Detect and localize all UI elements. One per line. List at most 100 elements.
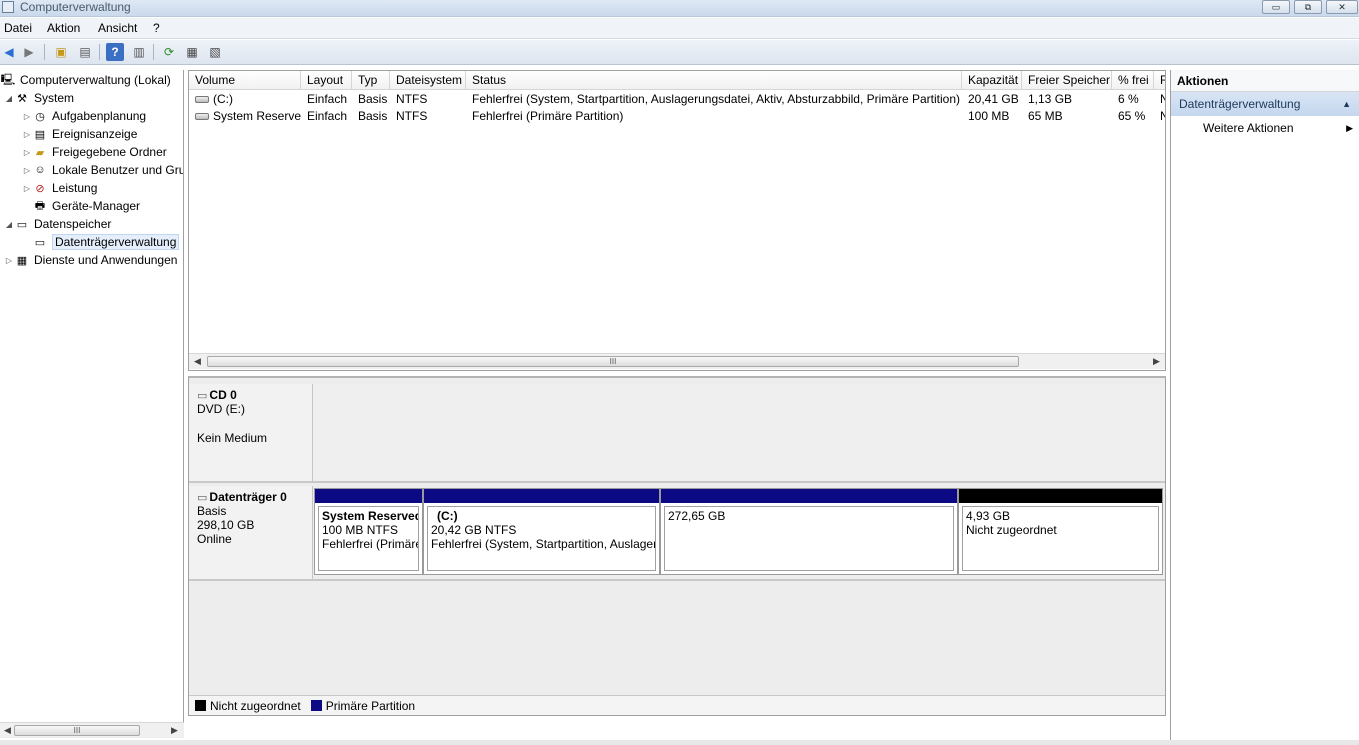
menu-datei[interactable]: Datei [4,21,32,35]
legend-label: Nicht zugeordnet [210,698,301,713]
refresh-icon[interactable]: ⟳ [160,43,178,61]
minimize-button[interactable]: ▭ [1262,0,1290,14]
table-row[interactable]: (C:) Einfach Basis NTFS Fehlerfrei (Syst… [189,91,1165,108]
scrollbar-thumb[interactable]: III [14,725,140,736]
cell-kapazitaet: 20,41 GB [968,92,1019,106]
menu-help[interactable]: ? [153,21,160,35]
tree-item-freigegebene-ordner[interactable]: ▷ ▰ Freigegebene Ordner [22,143,167,161]
disk-settings-icon[interactable]: ▧ [206,43,224,61]
tree-item-label: Datenträgerverwaltung [52,234,180,250]
cell-fs: NTFS [396,92,428,106]
disk-type: Basis [197,504,227,518]
disk-name: Datenträger 0 [209,490,287,504]
legend-swatch [310,700,322,711]
tree-item-dienste[interactable]: ▷ ▦ Dienste und Anwendungen [4,251,178,269]
tree-item-datenspeicher[interactable]: ◢ ▭ Datenspeicher [4,215,111,233]
show-action-pane-icon[interactable]: ▥ [130,43,148,61]
show-hide-tree-icon[interactable]: ▤ [76,43,94,61]
action-weitere-aktionen[interactable]: Weitere Aktionen ▶ [1171,116,1359,140]
help-icon[interactable]: ? [106,43,124,61]
collapse-arrow-icon[interactable]: ◢ [4,220,14,229]
actions-section-datentraegerverwaltung[interactable]: Datenträgerverwaltung ▲ [1171,92,1359,116]
tree-horizontal-scrollbar[interactable]: ◀ III ▶ [0,722,184,738]
partition-c[interactable]: (C:) 20,42 GB NTFS Fehlerfrei (System, S… [423,488,660,575]
cell-pct: 65 % [1118,109,1146,123]
drive-icon [195,96,209,104]
disk-management-icon: ▭ [34,236,46,249]
table-row[interactable]: System Reserved Einfach Basis NTFS Fehle… [189,108,1165,125]
menu-ansicht[interactable]: Ansicht [98,21,137,35]
list-horizontal-scrollbar[interactable]: ◀ III ▶ [189,353,1165,369]
users-icon: ☺ [34,164,46,176]
menu-bar: Datei Aktion Ansicht ? [0,18,1359,39]
properties-icon[interactable]: ▦ [183,43,201,61]
expand-arrow-icon[interactable]: ▷ [22,148,32,157]
expand-arrow-icon[interactable]: ▷ [4,256,14,265]
col-prozent-frei[interactable]: % frei [1112,71,1154,90]
tree-item-datentraegerverwaltung[interactable]: ▭ Datenträgerverwaltung [32,233,180,251]
col-fehlertoleranz[interactable]: F [1154,71,1165,90]
scroll-left-icon[interactable]: ◀ [4,725,11,736]
partition-name: (C:) [437,509,458,523]
up-folder-icon[interactable]: ▣ [52,43,70,61]
cell-volume: (C:) [189,91,301,108]
hard-disk-icon: ▭ [197,491,208,504]
close-button[interactable]: ✕ [1326,0,1358,14]
volume-list: Volume Layout Typ Dateisystem Status Kap… [188,70,1166,371]
partition-name: System Reserved [322,509,419,523]
col-status[interactable]: Status [466,71,962,90]
restore-button[interactable]: ⧉ [1294,0,1322,14]
tree-item-root[interactable]: 🖳 Computerverwaltung (Lokal) [0,71,171,89]
partition-unallocated[interactable]: 4,93 GB Nicht zugeordnet [958,488,1163,575]
toolbar-separator [153,44,154,60]
forward-icon[interactable]: ▶ [20,43,38,61]
cell-f: N [1154,91,1165,108]
disk-label-cd0[interactable]: ▭ CD 0 DVD (E:) Kein Medium [189,384,313,481]
collapse-arrow-icon[interactable]: ◢ [4,94,14,103]
drive-icon [195,113,209,121]
scrollbar-thumb[interactable]: III [207,356,1019,367]
toolbar-separator [44,44,45,60]
title-bar: Computerverwaltung ▭ ⧉ ✕ [0,0,1359,17]
legend: Nicht zugeordnet Primäre Partition [189,695,1165,715]
tree-item-leistung[interactable]: ▷ ⊘ Leistung [22,179,97,197]
partition-size: 4,93 GB [966,509,1011,523]
disk-label-disk0[interactable]: ▭ Datenträger 0 Basis 298,10 GB Online [189,486,313,581]
partition-status: Fehlerfrei (System, Startpartition, Ausl… [431,537,655,551]
expand-arrow-icon[interactable]: ▷ [22,184,32,193]
col-typ[interactable]: Typ [352,71,390,90]
partition-status: Nicht zugeordnet [966,523,1057,537]
scroll-left-icon[interactable]: ◀ [194,356,201,367]
action-label: Weitere Aktionen [1203,121,1294,135]
partition-272gb[interactable]: 272,65 GB [660,488,958,575]
disk-type: DVD (E:) [197,402,245,416]
back-icon[interactable]: ◀ [0,43,18,61]
expand-arrow-icon[interactable]: ▷ [22,112,32,121]
scroll-right-icon[interactable]: ▶ [1153,356,1160,367]
partition-system-reserved[interactable]: System Reserved 100 MB NTFS Fehlerfrei (… [314,488,423,575]
col-layout[interactable]: Layout [301,71,352,90]
actions-pane: Aktionen Datenträgerverwaltung ▲ Weitere… [1170,70,1359,742]
disk-media-status: Kein Medium [197,431,268,445]
partition-color-bar [315,489,422,503]
col-kapazitaet[interactable]: Kapazität [962,71,1022,90]
cell-volume: System Reserved [189,108,301,125]
scroll-right-icon[interactable]: ▶ [171,725,178,736]
tree-item-system[interactable]: ◢ ⚒ System [4,89,74,107]
tree-item-geraete-manager[interactable]: 🖶 Geräte-Manager [32,197,140,215]
col-volume[interactable]: Volume [189,71,301,90]
tree-item-label: Computerverwaltung (Lokal) [20,73,171,87]
tree-item-ereignisanzeige[interactable]: ▷ ▤ Ereignisanzeige [22,125,137,143]
col-dateisystem[interactable]: Dateisystem [390,71,466,90]
collapse-up-icon[interactable]: ▲ [1342,92,1351,116]
tree-item-lokale-benutzer[interactable]: ▷ ☺ Lokale Benutzer und Gruppen [22,161,183,179]
volume-name: System Reserved [213,109,301,123]
tree-item-label: Geräte-Manager [52,199,141,213]
expand-arrow-icon[interactable]: ▷ [22,130,32,139]
tree-item-aufgabenplanung[interactable]: ▷ ◷ Aufgabenplanung [22,107,146,125]
cd-partition-area[interactable] [313,384,1165,481]
expand-arrow-icon[interactable]: ▷ [22,166,32,175]
col-freier-speicher[interactable]: Freier Speicher [1022,71,1112,90]
volume-name: (C:) [213,92,233,106]
menu-aktion[interactable]: Aktion [47,21,80,35]
